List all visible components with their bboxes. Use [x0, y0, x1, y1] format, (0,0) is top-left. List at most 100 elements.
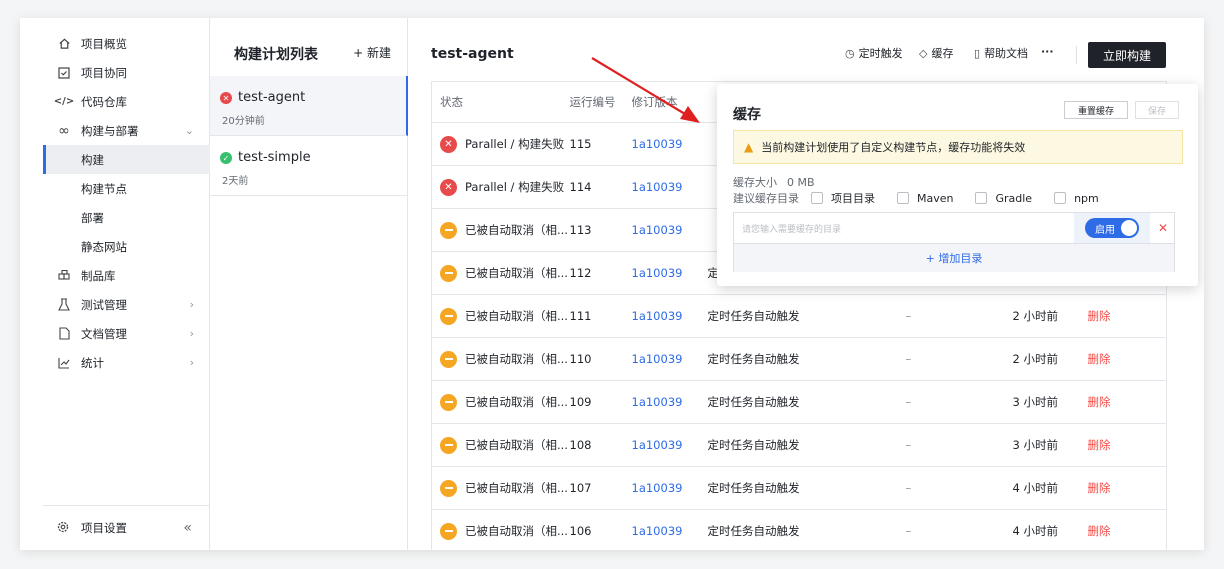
more-menu-button[interactable]: ···	[1041, 45, 1054, 58]
save-cache-button[interactable]: 保存	[1135, 101, 1179, 119]
checkbox-maven[interactable]: Maven	[891, 192, 953, 205]
schedule-trigger-button[interactable]: ◷ 定时触发	[845, 45, 903, 61]
package-icon	[57, 269, 71, 283]
sidebar-item-testing[interactable]: 测试管理 ›	[43, 290, 210, 319]
revision-link[interactable]: 1a10039	[632, 395, 683, 409]
chevron-right-icon: ›	[189, 298, 194, 311]
cache-dir-input[interactable]: 请您输入需要缓存的目录	[734, 213, 1074, 243]
collapse-sidebar-button[interactable]: «	[183, 520, 192, 536]
run-status-text: 已被自动取消（相...	[465, 438, 568, 452]
sidebar-item-build-nodes[interactable]: 构建节点	[43, 174, 210, 203]
delete-run-button[interactable]: 删除	[1078, 309, 1111, 323]
duration-text: –	[905, 481, 912, 495]
run-status-text: 已被自动取消（相...	[465, 266, 568, 280]
revision-link[interactable]: 1a10039	[632, 309, 683, 323]
build-now-button[interactable]: 立即构建	[1088, 42, 1166, 68]
project-settings[interactable]: 项目设置 «	[43, 505, 210, 550]
run-status-text: 已被自动取消（相...	[465, 352, 568, 366]
table-row[interactable]: 已被自动取消（相... 108 1a10039 定时任务自动触发 – 3 小时前 删除	[431, 423, 1167, 467]
delete-run-button[interactable]: 删除	[1078, 352, 1111, 366]
run-status-text: Parallel / 构建失败	[465, 137, 565, 151]
revision-link[interactable]: 1a10039	[632, 137, 683, 151]
sidebar-item-docs[interactable]: 文档管理 ›	[43, 319, 210, 348]
table-row[interactable]: 已被自动取消（相... 109 1a10039 定时任务自动触发 – 3 小时前 删除	[431, 380, 1167, 424]
revision-link[interactable]: 1a10039	[632, 352, 683, 366]
cancelled-status-icon	[440, 522, 457, 540]
revision-link[interactable]: 1a10039	[632, 180, 683, 194]
code-icon: </>	[53, 96, 75, 107]
help-docs-button[interactable]: ▯ 帮助文档	[974, 45, 1028, 61]
cancelled-status-icon	[440, 264, 457, 282]
table-row[interactable]: 已被自动取消（相... 111 1a10039 定时任务自动触发 – 2 小时前 删除	[431, 294, 1167, 338]
table-row[interactable]: 已被自动取消（相... 106 1a10039 定时任务自动触发 – 4 小时前 删除	[431, 509, 1167, 550]
run-number: 110	[569, 352, 592, 366]
revision-link[interactable]: 1a10039	[632, 438, 683, 452]
duration-text: –	[905, 309, 912, 323]
checkbox-npm[interactable]: npm	[1048, 192, 1099, 205]
sidebar-item-build-deploy[interactable]: ∞ 构建与部署 ⌄	[43, 116, 210, 145]
sidebar-item-collab[interactable]: 项目协同	[43, 58, 210, 87]
sidebar-item-deploy[interactable]: 部署	[43, 203, 210, 232]
column-header-status: 状态	[431, 81, 570, 123]
sidebar-item-stats[interactable]: 统计 ›	[43, 348, 210, 377]
run-status-text: 已被自动取消（相...	[465, 223, 568, 237]
remove-dir-button[interactable]: ✕	[1150, 213, 1176, 243]
cache-icon: ◇	[919, 46, 928, 60]
sidebar-item-overview[interactable]: 项目概览	[43, 29, 210, 58]
run-number: 106	[569, 524, 592, 538]
doc-icon	[57, 327, 71, 341]
sidebar-item-build[interactable]: 构建	[43, 145, 210, 174]
run-time: 3 小时前	[1012, 438, 1058, 452]
cache-popover: 缓存 重置缓存 保存 ▲ 当前构建计划使用了自定义构建节点，缓存功能将失效 缓存…	[717, 84, 1198, 286]
page-title: test-agent	[431, 46, 514, 62]
table-row[interactable]: 已被自动取消（相... 107 1a10039 定时任务自动触发 – 4 小时前 删除	[431, 466, 1167, 510]
trigger-text: 定时任务自动触发	[707, 352, 800, 366]
infinity-icon: ∞	[58, 122, 70, 139]
revision-link[interactable]: 1a10039	[632, 223, 683, 237]
cache-button[interactable]: ◇ 缓存	[919, 45, 953, 61]
checkbox-project-dir[interactable]: 项目目录	[805, 190, 875, 206]
run-number: 114	[569, 180, 592, 194]
revision-link[interactable]: 1a10039	[632, 266, 683, 280]
enable-toggle[interactable]: 启用	[1085, 218, 1139, 238]
trigger-text: 定时任务自动触发	[707, 524, 800, 538]
checkbox-gradle[interactable]: Gradle	[969, 192, 1032, 205]
checkbox-icon	[57, 66, 71, 80]
revision-link[interactable]: 1a10039	[632, 524, 683, 538]
plan-item-test-simple[interactable]: ✓ test-simple 2天前	[210, 136, 408, 196]
run-status-text: Parallel / 构建失败	[465, 180, 565, 194]
success-status-icon: ✓	[220, 152, 232, 164]
plan-list-panel: 构建计划列表 + 新建 ✕ test-agent 20分钟前 ✓ test-si…	[210, 18, 408, 550]
revision-link[interactable]: 1a10039	[632, 481, 683, 495]
cancelled-status-icon	[440, 307, 457, 325]
sidebar-item-artifacts[interactable]: 制品库	[43, 261, 210, 290]
home-icon	[57, 37, 71, 51]
sidebar-item-repo[interactable]: </> 代码仓库	[43, 87, 210, 116]
add-dir-button[interactable]: + 增加目录	[734, 243, 1174, 272]
toolbar-divider	[1076, 46, 1077, 64]
table-row[interactable]: 已被自动取消（相... 110 1a10039 定时任务自动触发 – 2 小时前 删除	[431, 337, 1167, 381]
delete-run-button[interactable]: 删除	[1078, 481, 1111, 495]
run-time: 3 小时前	[1012, 395, 1058, 409]
chevron-right-icon: ›	[189, 327, 194, 340]
duration-text: –	[905, 352, 912, 366]
duration-text: –	[905, 395, 912, 409]
cancelled-status-icon	[440, 479, 457, 497]
cancelled-status-icon	[440, 393, 457, 411]
run-time: 4 小时前	[1012, 481, 1058, 495]
popover-title: 缓存	[733, 107, 761, 123]
column-header-run-number: 运行编号	[569, 81, 632, 123]
warning-banner: ▲ 当前构建计划使用了自定义构建节点，缓存功能将失效	[733, 130, 1183, 164]
plan-item-test-agent[interactable]: ✕ test-agent 20分钟前	[210, 76, 408, 136]
test-icon	[57, 298, 71, 312]
cancelled-status-icon	[440, 436, 457, 454]
delete-run-button[interactable]: 删除	[1078, 438, 1111, 452]
run-number: 112	[569, 266, 592, 280]
delete-run-button[interactable]: 删除	[1078, 524, 1111, 538]
duration-text: –	[905, 438, 912, 452]
new-plan-button[interactable]: + 新建	[353, 44, 391, 61]
delete-run-button[interactable]: 删除	[1078, 395, 1111, 409]
reset-cache-button[interactable]: 重置缓存	[1064, 101, 1128, 119]
run-time: 2 小时前	[1012, 309, 1058, 323]
sidebar-item-static-site[interactable]: 静态网站	[43, 232, 210, 261]
